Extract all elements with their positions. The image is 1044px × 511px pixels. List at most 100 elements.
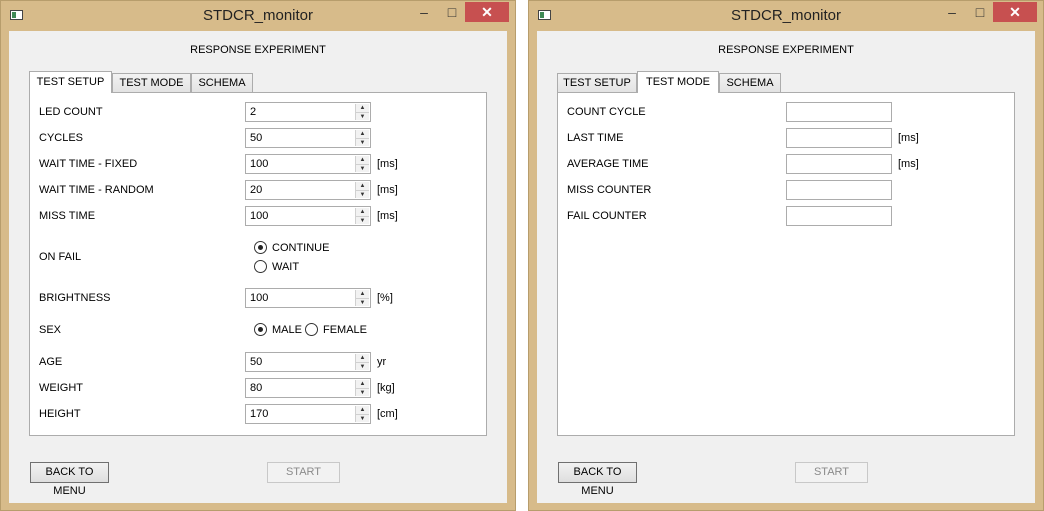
sex-male-radio[interactable] bbox=[254, 323, 267, 336]
page-heading: RESPONSE EXPERIMENT bbox=[190, 44, 326, 56]
page-heading: RESPONSE EXPERIMENT bbox=[718, 44, 854, 56]
brightness-label: BRIGHTNESS bbox=[39, 292, 111, 304]
wait-random-unit: [ms] bbox=[377, 184, 398, 196]
wait-fixed-value: 100 bbox=[250, 158, 269, 170]
spin-down-icon[interactable]: ▼ bbox=[356, 112, 369, 120]
spin-down-icon[interactable]: ▼ bbox=[356, 190, 369, 198]
spin-down-icon[interactable]: ▼ bbox=[356, 298, 369, 306]
on-fail-wait-label[interactable]: WAIT bbox=[272, 261, 299, 273]
brightness-spinbox[interactable]: 100 ▲ ▼ bbox=[245, 288, 371, 308]
miss-time-unit: [ms] bbox=[377, 210, 398, 222]
spin-up-icon[interactable]: ▲ bbox=[356, 290, 369, 298]
window-test-mode: STDCR_monitor – □ ✕ RESPONSE EXPERIMENT … bbox=[528, 0, 1044, 511]
age-unit: yr bbox=[377, 356, 387, 368]
weight-unit: [kg] bbox=[377, 382, 395, 394]
on-fail-wait-radio[interactable] bbox=[254, 260, 267, 273]
spin-up-icon[interactable]: ▲ bbox=[356, 380, 369, 388]
count-cycle-label: COUNT CYCLE bbox=[567, 106, 646, 118]
maximize-button[interactable]: □ bbox=[967, 2, 993, 22]
led-count-value: 2 bbox=[250, 106, 257, 118]
spin-down-icon[interactable]: ▼ bbox=[356, 362, 369, 370]
window-title: STDCR_monitor bbox=[730, 7, 842, 24]
minimize-button[interactable]: – bbox=[411, 2, 437, 22]
sex-male-label[interactable]: MALE bbox=[272, 324, 302, 336]
led-count-label: LED COUNT bbox=[39, 106, 103, 118]
back-to-menu-button[interactable]: BACK TO MENU bbox=[30, 462, 109, 497]
cycles-label: CYCLES bbox=[39, 132, 84, 144]
age-label: AGE bbox=[39, 356, 63, 368]
cycles-spinbox[interactable]: 50 ▲ ▼ bbox=[245, 128, 371, 148]
title-bar[interactable]: STDCR_monitor – □ ✕ bbox=[1, 1, 515, 31]
brightness-value: 100 bbox=[250, 292, 269, 304]
tab-schema[interactable]: SCHEMA bbox=[191, 73, 253, 92]
wait-random-label: WAIT TIME - RANDOM bbox=[39, 184, 154, 196]
maximize-button[interactable]: □ bbox=[439, 2, 465, 22]
spin-up-icon[interactable]: ▲ bbox=[356, 406, 369, 414]
tab-test-setup[interactable]: TEST SETUP bbox=[557, 73, 637, 92]
last-time-field[interactable] bbox=[786, 128, 892, 148]
average-time-field[interactable] bbox=[786, 154, 892, 174]
last-time-label: LAST TIME bbox=[567, 132, 624, 144]
height-unit: [cm] bbox=[377, 408, 398, 420]
age-spinbox[interactable]: 50 ▲ ▼ bbox=[245, 352, 371, 372]
tab-test-mode[interactable]: TEST MODE bbox=[637, 71, 719, 93]
height-spinbox[interactable]: 170 ▲ ▼ bbox=[245, 404, 371, 424]
spin-down-icon[interactable]: ▼ bbox=[356, 164, 369, 172]
window-title: STDCR_monitor bbox=[202, 7, 314, 24]
fail-counter-label: FAIL COUNTER bbox=[567, 210, 647, 222]
tab-test-mode[interactable]: TEST MODE bbox=[112, 73, 191, 92]
miss-counter-field[interactable] bbox=[786, 180, 892, 200]
cycles-value: 50 bbox=[250, 132, 263, 144]
wait-random-spinbox[interactable]: 20 ▲ ▼ bbox=[245, 180, 371, 200]
wait-fixed-label: WAIT TIME - FIXED bbox=[39, 158, 138, 170]
spin-up-icon[interactable]: ▲ bbox=[356, 104, 369, 112]
spin-down-icon[interactable]: ▼ bbox=[356, 388, 369, 396]
spin-up-icon[interactable]: ▲ bbox=[356, 182, 369, 190]
fail-counter-field[interactable] bbox=[786, 206, 892, 226]
last-time-unit: [ms] bbox=[898, 132, 919, 144]
on-fail-continue-radio[interactable] bbox=[254, 241, 267, 254]
tab-test-setup[interactable]: TEST SETUP bbox=[29, 71, 112, 93]
sex-label: SEX bbox=[39, 324, 62, 336]
window-test-setup: STDCR_monitor – □ ✕ RESPONSE EXPERIMENT … bbox=[0, 0, 516, 511]
sex-female-radio[interactable] bbox=[305, 323, 318, 336]
on-fail-label: ON FAIL bbox=[39, 251, 82, 263]
spin-down-icon[interactable]: ▼ bbox=[356, 138, 369, 146]
close-button[interactable]: ✕ bbox=[465, 2, 509, 22]
spin-up-icon[interactable]: ▲ bbox=[356, 130, 369, 138]
wait-fixed-spinbox[interactable]: 100 ▲ ▼ bbox=[245, 154, 371, 174]
title-bar[interactable]: STDCR_monitor – □ ✕ bbox=[529, 1, 1043, 31]
wait-random-value: 20 bbox=[250, 184, 263, 196]
tab-schema[interactable]: SCHEMA bbox=[719, 73, 781, 92]
average-time-unit: [ms] bbox=[898, 158, 919, 170]
height-label: HEIGHT bbox=[39, 408, 81, 420]
miss-counter-label: MISS COUNTER bbox=[567, 184, 652, 196]
test-setup-panel: LED COUNT 2 ▲ ▼ CYCLES 50 ▲ ▼ WAIT TIME - … bbox=[29, 92, 487, 436]
back-to-menu-button[interactable]: BACK TO MENU bbox=[558, 462, 637, 497]
spin-up-icon[interactable]: ▲ bbox=[356, 354, 369, 362]
miss-time-label: MISS TIME bbox=[39, 210, 96, 222]
count-cycle-field[interactable] bbox=[786, 102, 892, 122]
spin-down-icon[interactable]: ▼ bbox=[356, 414, 369, 422]
test-mode-panel: COUNT CYCLE LAST TIME [ms] AVERAGE TIME … bbox=[557, 92, 1015, 436]
start-button[interactable]: START bbox=[795, 462, 868, 483]
minimize-button[interactable]: – bbox=[939, 2, 965, 22]
led-count-spinbox[interactable]: 2 ▲ ▼ bbox=[245, 102, 371, 122]
height-value: 170 bbox=[250, 408, 269, 420]
close-button[interactable]: ✕ bbox=[993, 2, 1037, 22]
sex-female-label[interactable]: FEMALE bbox=[323, 324, 367, 336]
miss-time-spinbox[interactable]: 100 ▲ ▼ bbox=[245, 206, 371, 226]
age-value: 50 bbox=[250, 356, 263, 368]
miss-time-value: 100 bbox=[250, 210, 269, 222]
spin-up-icon[interactable]: ▲ bbox=[356, 156, 369, 164]
wait-fixed-unit: [ms] bbox=[377, 158, 398, 170]
client-area: RESPONSE EXPERIMENT TEST SETUP TEST MODE… bbox=[537, 31, 1035, 503]
weight-spinbox[interactable]: 80 ▲ ▼ bbox=[245, 378, 371, 398]
weight-label: WEIGHT bbox=[39, 382, 83, 394]
client-area: RESPONSE EXPERIMENT TEST SETUP TEST MODE… bbox=[9, 31, 507, 503]
start-button[interactable]: START bbox=[267, 462, 340, 483]
brightness-unit: [%] bbox=[377, 292, 393, 304]
on-fail-continue-label[interactable]: CONTINUE bbox=[272, 242, 329, 254]
spin-down-icon[interactable]: ▼ bbox=[356, 216, 369, 224]
spin-up-icon[interactable]: ▲ bbox=[356, 208, 369, 216]
